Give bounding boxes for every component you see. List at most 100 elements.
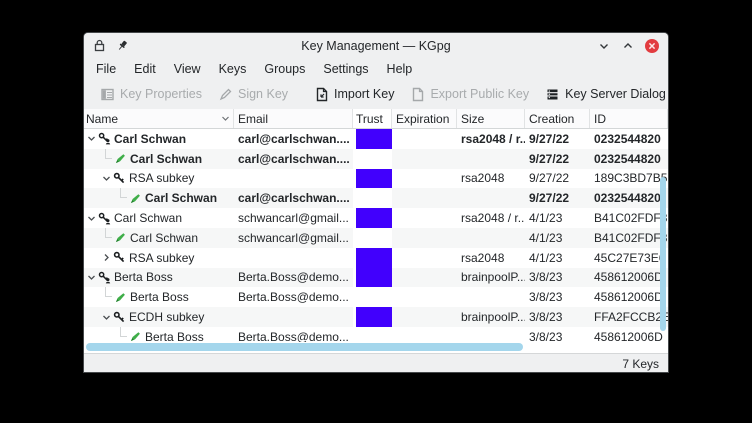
column-header-expiration[interactable]: Expiration <box>392 109 457 128</box>
tree-branch-line <box>101 287 113 307</box>
table-row[interactable]: Berta Boss Berta.Boss@demo... brainpoolP..… <box>84 268 668 288</box>
trust-cell <box>353 169 392 189</box>
key-name-label: Berta Boss <box>130 290 189 304</box>
vertical-scrollbar[interactable] <box>660 129 667 342</box>
expander-chevron-down-icon[interactable] <box>86 134 97 143</box>
trust-level-bar <box>356 268 392 288</box>
table-row[interactable]: Berta BossBerta.Boss@demo...3/8/23458612… <box>84 287 668 307</box>
trust-level-bar <box>356 129 392 149</box>
menu-groups[interactable]: Groups <box>255 60 314 78</box>
creation-cell: 4/1/23 <box>525 248 590 268</box>
expander-chevron-down-icon[interactable] <box>86 273 97 282</box>
import-key-button[interactable]: Import Key <box>306 83 402 106</box>
horizontal-scrollbar-handle[interactable] <box>86 343 523 351</box>
email-cell: Berta.Boss@demo... <box>234 268 353 288</box>
table-row[interactable]: ECDH subkeybrainpoolP...3/8/23FFA2FCCB2E <box>84 307 668 327</box>
kgpg-window: Key Management — KGpg FileEditViewKeysGr… <box>84 33 668 372</box>
sign-key-button[interactable]: Sign Key <box>210 83 296 106</box>
email-cell <box>234 169 353 189</box>
minimize-button[interactable] <box>596 38 612 54</box>
titlebar[interactable]: Key Management — KGpg <box>84 33 668 58</box>
menu-file[interactable]: File <box>87 60 125 78</box>
pin-icon[interactable] <box>114 38 130 54</box>
column-header-email[interactable]: Email <box>234 109 353 128</box>
expander-chevron-down-icon[interactable] <box>86 214 97 223</box>
menu-keys[interactable]: Keys <box>210 60 256 78</box>
key-name-label: Carl Schwan <box>130 231 198 245</box>
expiration-cell <box>392 149 457 169</box>
signature-pen-icon <box>128 330 142 342</box>
id-cell: 458612006D <box>590 327 668 342</box>
column-header-size[interactable]: Size <box>457 109 525 128</box>
creation-cell: 3/8/23 <box>525 327 590 342</box>
size-cell <box>457 228 525 248</box>
sign-key-icon <box>218 87 233 102</box>
table-row[interactable]: Carl Schwancarl@carlschwan....rsa2048 / … <box>84 129 668 149</box>
close-button[interactable] <box>644 38 660 54</box>
key-name-label: Berta Boss <box>114 270 173 284</box>
column-header-label: Email <box>238 112 268 126</box>
name-cell: Carl Schwan <box>84 228 234 248</box>
trust-level-bar <box>356 169 392 189</box>
size-cell <box>457 188 525 208</box>
menu-settings[interactable]: Settings <box>314 60 377 78</box>
creation-cell: 9/27/22 <box>525 188 590 208</box>
name-cell: Carl Schwan <box>84 188 234 208</box>
column-header-id[interactable]: ID <box>590 109 668 128</box>
key-tree-view: Name Email TrustExpirationSizeCreation ID C… <box>84 109 668 342</box>
lock-icon[interactable] <box>91 38 107 54</box>
table-row[interactable]: Carl Schwanschwancarl@gmail...4/1/23B41C… <box>84 228 668 248</box>
table-row[interactable]: Carl Schwancarl@carlschwan....9/27/22023… <box>84 149 668 169</box>
horizontal-scrollbar[interactable] <box>84 342 668 353</box>
key-pair-icon <box>97 212 111 225</box>
name-cell: Berta Boss <box>84 287 234 307</box>
trust-cell <box>353 268 392 288</box>
table-row[interactable]: Carl Schwanschwancarl@gmail...rsa2048 / … <box>84 208 668 228</box>
name-cell: RSA subkey <box>84 169 234 189</box>
creation-cell: 9/27/22 <box>525 149 590 169</box>
table-row[interactable]: Berta BossBerta.Boss@demo...3/8/23458612… <box>84 327 668 342</box>
toolbar-button-label: Sign Key <box>238 87 288 101</box>
trust-cell <box>353 149 392 169</box>
expander-chevron-down-icon[interactable] <box>101 313 112 322</box>
menu-edit[interactable]: Edit <box>125 60 165 78</box>
maximize-button[interactable] <box>620 38 636 54</box>
expander-chevron-down-icon[interactable] <box>101 174 112 183</box>
id-cell: 0232544820 <box>590 129 668 149</box>
signature-pen-icon <box>113 291 127 304</box>
creation-cell: 3/8/23 <box>525 307 590 327</box>
creation-cell: 9/27/22 <box>525 129 590 149</box>
column-header-trust[interactable]: Trust <box>353 109 392 128</box>
id-cell: 458612006D <box>590 268 668 288</box>
size-cell: rsa2048 <box>457 169 525 189</box>
size-cell <box>457 327 525 342</box>
creation-cell: 9/27/22 <box>525 169 590 189</box>
creation-cell: 4/1/23 <box>525 228 590 248</box>
trust-cell <box>353 129 392 149</box>
size-cell: brainpoolP... <box>457 268 525 288</box>
tree-branch-line <box>101 228 113 248</box>
key-properties-button[interactable]: Key Properties <box>92 83 210 106</box>
column-header-label: ID <box>594 112 606 126</box>
column-header-creation[interactable]: Creation <box>525 109 590 128</box>
table-row[interactable]: RSA subkeyrsa20489/27/22189C3BD7B5 <box>84 169 668 189</box>
column-header-name[interactable]: Name <box>84 109 234 128</box>
vertical-scrollbar-handle[interactable] <box>660 177 666 331</box>
expiration-cell <box>392 327 457 342</box>
key-server-dialog-button[interactable]: Key Server Dialog <box>537 83 668 106</box>
creation-cell: 3/8/23 <box>525 268 590 288</box>
menu-help[interactable]: Help <box>378 60 422 78</box>
trust-cell <box>353 287 392 307</box>
expiration-cell <box>392 188 457 208</box>
table-row[interactable]: Carl Schwancarl@carlschwan....9/27/22023… <box>84 188 668 208</box>
expiration-cell <box>392 307 457 327</box>
key-name-label: Carl Schwan <box>130 152 202 166</box>
trust-cell <box>353 228 392 248</box>
expander-chevron-right-icon[interactable] <box>101 253 112 262</box>
name-cell: Berta Boss <box>84 327 234 342</box>
export-public-key-button[interactable]: Export Public Key <box>402 83 537 106</box>
table-header: Name Email TrustExpirationSizeCreation ID <box>84 109 668 129</box>
menu-view[interactable]: View <box>165 60 210 78</box>
table-row[interactable]: RSA subkeyrsa20484/1/2345C27E73E6 <box>84 248 668 268</box>
key-properties-icon <box>100 87 115 102</box>
